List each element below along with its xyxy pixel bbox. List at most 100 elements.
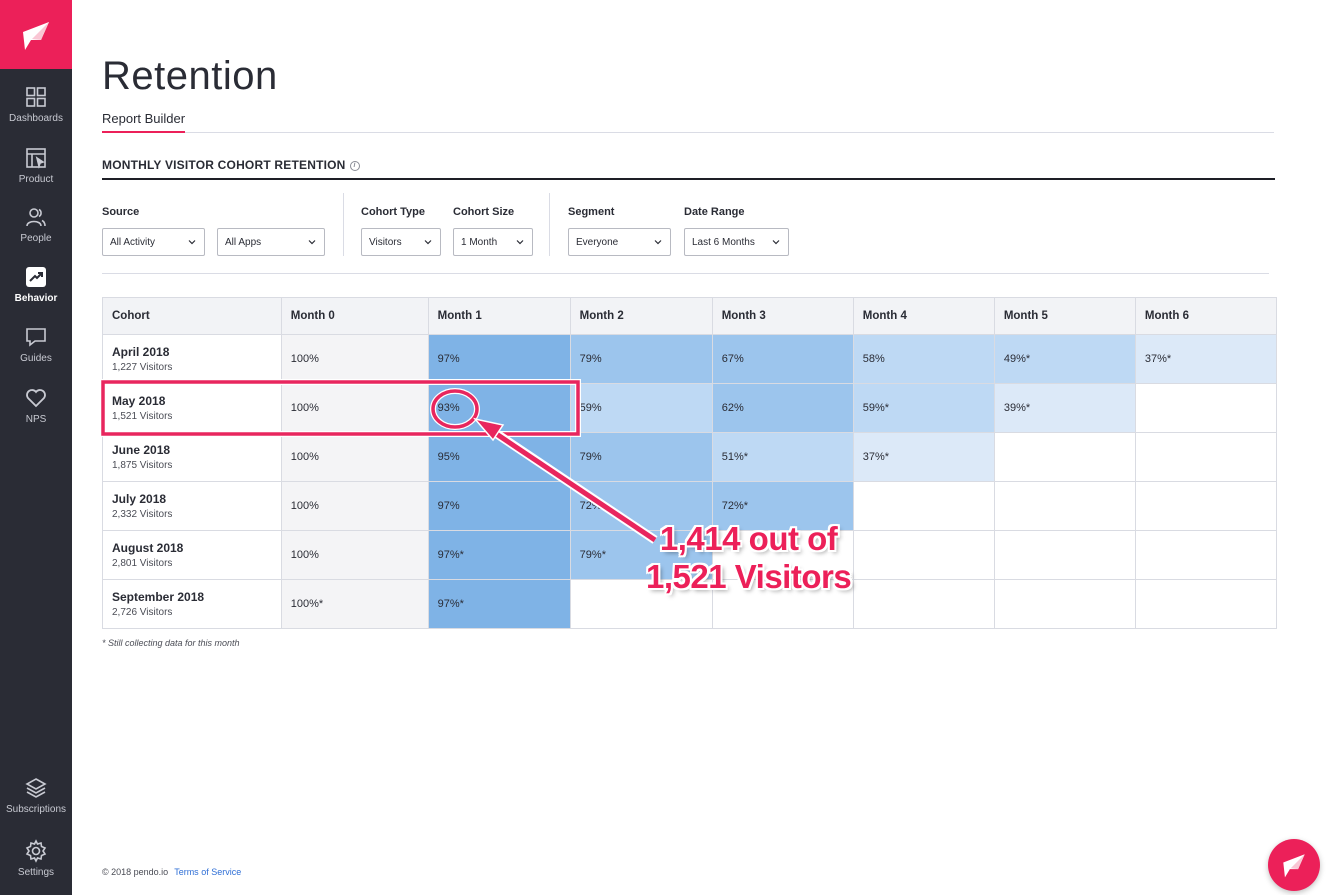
column-header[interactable]: Month 2 [569,297,713,335]
retention-cell: 37%* [1134,334,1278,384]
chevron-down-icon [188,240,196,245]
sidebar-item-product[interactable]: Product [0,146,72,202]
sidebar-item-dashboards[interactable]: Dashboards [0,85,72,141]
chevron-down-icon [772,240,780,245]
column-header[interactable]: Month 0 [280,297,429,335]
sidebar-item-label: NPS [25,414,47,425]
column-header[interactable]: Month 5 [993,297,1136,335]
cohort-size-select[interactable]: 1 Month [453,228,533,256]
retention-cell [993,530,1136,580]
cohort-name: April 2018 [112,345,170,359]
cohort-visitors: 2,726 Visitors [112,607,173,618]
sidebar-item-nps[interactable]: NPS [0,386,72,442]
retention-cell [1134,481,1278,531]
segment-label: Segment [568,206,615,218]
section-title-text: MONTHLY VISITOR COHORT RETENTION [102,158,346,172]
retention-cell: 49%* [993,334,1136,384]
retention-cell: 100% [280,481,429,531]
retention-cell: 100% [280,432,429,482]
tab-report-builder[interactable]: Report Builder [102,111,186,133]
retention-cell: 100%* [280,579,429,629]
column-header[interactable]: Month 4 [852,297,995,335]
retention-cell: 100% [280,383,429,433]
cohort-cell: April 2018 1,227 Visitors [102,334,282,384]
retention-cell: 95% [427,432,571,482]
sidebar-item-behavior[interactable]: Behavior [0,265,72,321]
cohort-name: July 2018 [112,492,167,506]
retention-cell [1134,530,1278,580]
retention-cell [993,579,1136,629]
pendo-logo[interactable] [0,0,72,69]
chevron-down-icon [424,240,432,245]
retention-cell [993,432,1136,482]
annotation-callout: 1,414 out of 1,521 Visitors [646,520,852,596]
section-title: MONTHLY VISITOR COHORT RETENTION i [102,158,360,172]
resource-center-button[interactable] [1268,839,1320,891]
callout-line: 1,414 out of [659,520,838,557]
column-header[interactable]: Month 6 [1134,297,1278,335]
cohort-visitors: 2,801 Visitors [112,558,173,569]
date-range-select[interactable]: Last 6 Months [684,228,789,256]
retention-cell: 100% [280,530,429,580]
section-divider [102,178,1275,180]
table-row: June 2018 1,875 Visitors 100% 95% 79% 51%… [102,432,1278,482]
filter-divider [102,273,1269,274]
page-title: Retention [102,54,278,98]
chevron-down-icon [308,240,316,245]
segment-select[interactable]: Everyone [568,228,671,256]
date-range-label: Date Range [684,206,745,218]
cohort-name: August 2018 [112,541,184,555]
table-header-row: Cohort Month 0 Month 1 Month 2 Month 3 M… [102,297,1278,335]
retention-cell: 62% [711,383,854,433]
retention-cell: 59% [569,383,713,433]
sidebar-item-label: Subscriptions [5,804,67,815]
retention-cell: 67% [711,334,854,384]
source-apps-select[interactable]: All Apps [217,228,325,256]
retention-cell [852,579,995,629]
column-header[interactable]: Cohort [102,297,282,335]
dashboards-icon [26,87,46,107]
cohort-visitors: 1,875 Visitors [112,460,173,471]
sidebar-item-people[interactable]: People [0,205,72,261]
guides-icon [26,328,46,347]
cohort-visitors: 2,332 Visitors [112,509,173,520]
sidebar-item-guides[interactable]: Guides [0,325,72,381]
retention-cell [1134,579,1278,629]
retention-cell [852,530,995,580]
cohort-cell: June 2018 1,875 Visitors [102,432,282,482]
retention-cell: 97% [427,481,571,531]
filter-separator [343,193,344,256]
cohort-cell: August 2018 2,801 Visitors [102,530,282,580]
subscriptions-icon [25,778,47,798]
select-value: Everyone [576,236,619,248]
retention-cell [1134,432,1278,482]
retention-cell: 79% [569,334,713,384]
product-icon [26,148,46,169]
cohort-type-select[interactable]: Visitors [361,228,441,256]
chevron-down-icon [516,240,524,245]
page-footer: © 2018 pendo.io Terms of Service [102,867,241,877]
cohort-cell: May 2018 1,521 Visitors [102,383,282,433]
column-header[interactable]: Month 3 [711,297,854,335]
column-header[interactable]: Month 1 [427,297,571,335]
retention-cell: 79% [569,432,713,482]
terms-of-service-link[interactable]: Terms of Service [174,867,241,877]
sidebar-item-label: People [20,233,52,244]
sidebar-item-label: Product [18,174,54,185]
retention-cell [1134,383,1278,433]
sidebar-item-settings[interactable]: Settings [0,839,72,895]
table-footnote: * Still collecting data for this month [102,638,240,648]
select-value: All Apps [225,236,262,248]
retention-cell: 97%* [427,530,571,580]
source-label: Source [102,206,140,218]
cohort-type-label: Cohort Type [361,206,425,218]
settings-gear-icon [25,839,47,863]
people-icon [26,208,46,227]
info-icon[interactable]: i [349,160,360,171]
retention-cell [993,481,1136,531]
sidebar-item-subscriptions[interactable]: Subscriptions [0,776,72,832]
retention-cell: 100% [280,334,429,384]
retention-cell: 93% [427,383,571,433]
source-activity-select[interactable]: All Activity [102,228,205,256]
retention-cell: 97% [427,334,571,384]
